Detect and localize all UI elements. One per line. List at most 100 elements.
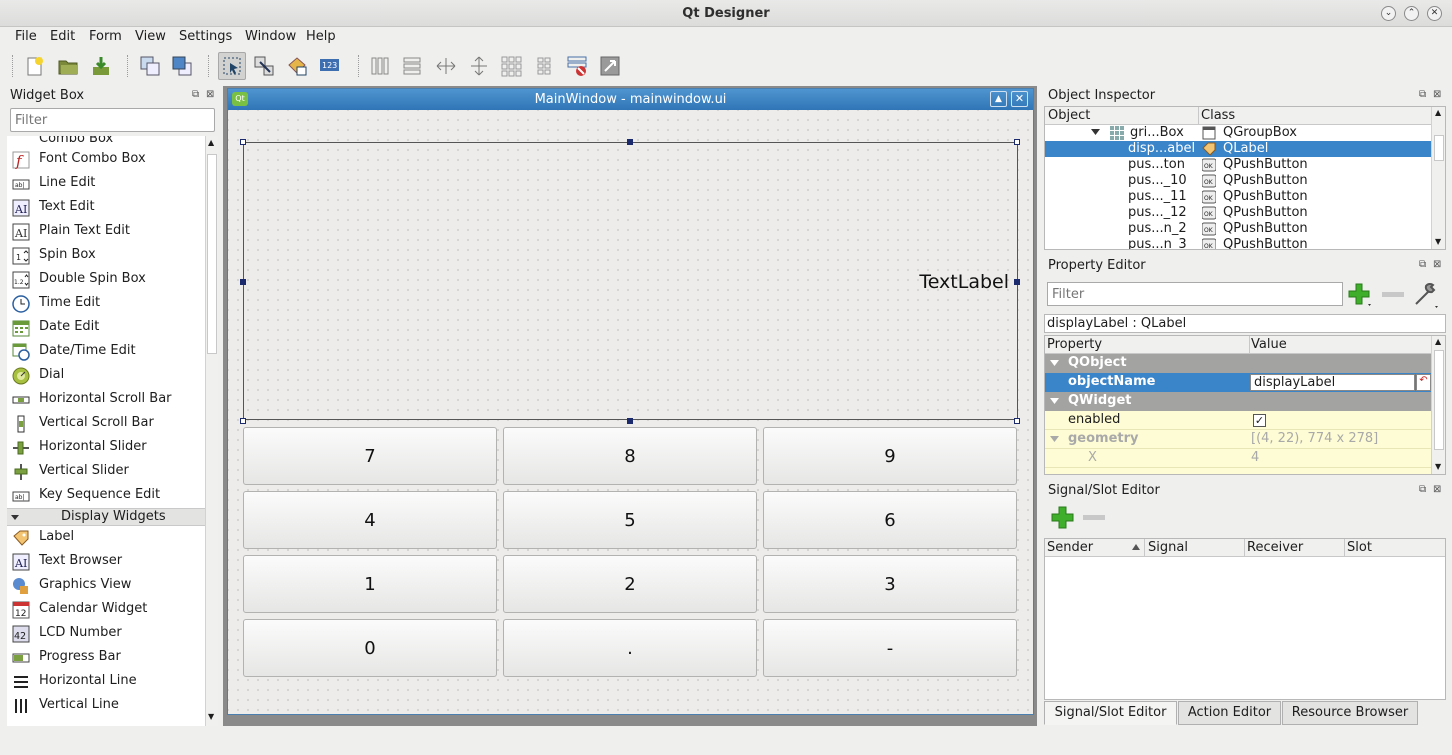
remove-connection-icon[interactable] xyxy=(1082,512,1106,524)
key-4-button[interactable]: 4 xyxy=(243,491,497,549)
layout-horizontal-icon[interactable] xyxy=(366,52,394,80)
add-connection-icon[interactable] xyxy=(1051,506,1075,530)
table-row[interactable]: disp...abel QLabel xyxy=(1045,141,1431,157)
list-item[interactable]: AI Text Edit xyxy=(7,196,205,220)
close-icon[interactable]: ✕ xyxy=(1427,6,1442,21)
list-item[interactable]: Horizontal Line xyxy=(7,670,205,694)
selection-handle[interactable] xyxy=(240,139,246,145)
objectname-value-field[interactable]: displayLabel xyxy=(1250,374,1415,391)
object-inspector-close-icon[interactable]: ⊠ xyxy=(1433,89,1441,100)
break-layout-icon[interactable] xyxy=(563,52,591,80)
selection-handle[interactable] xyxy=(240,418,246,424)
list-item[interactable]: Dial xyxy=(7,364,205,388)
list-item[interactable]: Date Edit xyxy=(7,316,205,340)
adjust-size-icon[interactable] xyxy=(596,52,624,80)
menu-settings[interactable]: Settings xyxy=(179,29,232,44)
send-to-back-icon[interactable] xyxy=(136,52,164,80)
reset-property-icon[interactable]: ↶ xyxy=(1416,374,1431,391)
display-label[interactable]: TextLabel xyxy=(919,271,1009,293)
menu-form[interactable]: Form xyxy=(89,29,122,44)
list-item[interactable]: Time Edit xyxy=(7,292,205,316)
edit-signals-slots-icon[interactable] xyxy=(250,52,278,80)
layout-v-splitter-icon[interactable] xyxy=(465,52,493,80)
layout-grid-icon[interactable] xyxy=(497,52,525,80)
form-window[interactable]: Qt MainWindow - mainwindow.ui ▲ ✕ TextLa… xyxy=(227,88,1034,715)
list-item[interactable]: Progress Bar xyxy=(7,646,205,670)
list-item[interactable]: Vertical Scroll Bar xyxy=(7,412,205,436)
edit-tab-order-icon[interactable]: 123 xyxy=(316,52,344,80)
widget-box-filter-input[interactable] xyxy=(10,108,215,132)
property-filter-input[interactable] xyxy=(1047,282,1343,306)
column-header-slot[interactable]: Slot xyxy=(1347,540,1372,558)
form-canvas[interactable]: TextLabel 7 8 9 4 5 6 1 2 3 0 . - xyxy=(228,110,1033,714)
add-dynamic-property-icon[interactable] xyxy=(1347,282,1373,308)
list-item[interactable]: Horizontal Scroll Bar xyxy=(7,388,205,412)
column-header-value[interactable]: Value xyxy=(1251,337,1287,355)
table-row[interactable]: pus..._11 OK QPushButton xyxy=(1045,189,1431,205)
column-header-class[interactable]: Class xyxy=(1201,108,1235,126)
property-category-qwidget[interactable]: QWidget xyxy=(1045,392,1431,411)
layout-h-splitter-icon[interactable] xyxy=(432,52,460,80)
configure-wrench-icon[interactable] xyxy=(1412,282,1440,310)
list-item[interactable]: 42 LCD Number xyxy=(7,622,205,646)
key-0-button[interactable]: 0 xyxy=(243,619,497,677)
key-6-button[interactable]: 6 xyxy=(763,491,1017,549)
key-9-button[interactable]: 9 xyxy=(763,427,1017,485)
property-editor-float-icon[interactable]: ⧉ xyxy=(1419,259,1426,270)
property-row-x[interactable]: X 4 xyxy=(1045,449,1431,468)
list-item[interactable]: ab| Line Edit xyxy=(7,172,205,196)
column-header-object[interactable]: Object xyxy=(1048,108,1090,126)
form-close-icon[interactable]: ✕ xyxy=(1011,91,1028,107)
tab-action-editor[interactable]: Action Editor xyxy=(1178,701,1281,725)
table-row[interactable]: pus..._10 OK QPushButton xyxy=(1045,173,1431,189)
list-item[interactable]: Graphics View xyxy=(7,574,205,598)
bring-to-front-icon[interactable] xyxy=(168,52,196,80)
key-8-button[interactable]: 8 xyxy=(503,427,757,485)
object-inspector-scrollbar[interactable]: ▲ ▼ xyxy=(1431,107,1445,249)
key-2-button[interactable]: 2 xyxy=(503,555,757,613)
column-header-receiver[interactable]: Receiver xyxy=(1247,540,1303,558)
widget-box-close-icon[interactable]: ⊠ xyxy=(206,89,214,100)
list-item[interactable]: Vertical Line xyxy=(7,694,205,718)
list-item[interactable]: Label xyxy=(7,526,205,550)
enabled-checkbox[interactable]: ✓ xyxy=(1253,414,1266,427)
layout-vertical-icon[interactable] xyxy=(398,52,426,80)
selection-handle[interactable] xyxy=(1014,139,1020,145)
selection-handle[interactable] xyxy=(240,279,246,285)
layout-form-icon[interactable] xyxy=(530,52,558,80)
form-maximize-icon[interactable]: ▲ xyxy=(990,91,1007,107)
group-box[interactable]: TextLabel xyxy=(243,142,1018,420)
key-5-button[interactable]: 5 xyxy=(503,491,757,549)
list-item[interactable]: f Font Combo Box xyxy=(7,148,205,172)
property-row-objectname[interactable]: objectName displayLabel ↶ xyxy=(1045,373,1431,392)
table-row[interactable]: gri...Box QGroupBox xyxy=(1045,125,1431,141)
key-3-button[interactable]: 3 xyxy=(763,555,1017,613)
key-dot-button[interactable]: . xyxy=(503,619,757,677)
widget-category-display[interactable]: Display Widgets xyxy=(7,508,205,526)
property-row-geometry[interactable]: geometry [(4, 22), 774 x 278] xyxy=(1045,430,1431,449)
tab-resource-browser[interactable]: Resource Browser xyxy=(1282,701,1418,725)
key-1-button[interactable]: 1 xyxy=(243,555,497,613)
key-7-button[interactable]: 7 xyxy=(243,427,497,485)
key-minus-button[interactable]: - xyxy=(763,619,1017,677)
column-header-signal[interactable]: Signal xyxy=(1148,540,1188,558)
new-file-icon[interactable] xyxy=(21,52,49,80)
selection-handle[interactable] xyxy=(1014,279,1020,285)
list-item[interactable]: AI Text Browser xyxy=(7,550,205,574)
maximize-icon[interactable]: ⌃ xyxy=(1404,6,1419,21)
form-titlebar[interactable]: Qt MainWindow - mainwindow.ui ▲ ✕ xyxy=(228,89,1033,110)
list-item[interactable]: 1.2 Double Spin Box xyxy=(7,268,205,292)
minimize-icon[interactable]: ⌄ xyxy=(1381,6,1396,21)
menu-window[interactable]: Window xyxy=(245,29,296,44)
signal-slot-float-icon[interactable]: ⧉ xyxy=(1419,484,1426,495)
list-item[interactable]: ab| Key Sequence Edit xyxy=(7,484,205,508)
menu-edit[interactable]: Edit xyxy=(50,29,75,44)
list-item[interactable]: Vertical Slider xyxy=(7,460,205,484)
edit-buddies-icon[interactable] xyxy=(283,52,311,80)
column-header-sender[interactable]: Sender xyxy=(1047,540,1093,558)
list-item[interactable]: AI Plain Text Edit xyxy=(7,220,205,244)
menu-help[interactable]: Help xyxy=(306,29,336,44)
widget-box-scrollbar[interactable]: ▲ ▼ xyxy=(205,136,218,726)
table-row[interactable]: pus..._12 OK QPushButton xyxy=(1045,205,1431,221)
selection-handle[interactable] xyxy=(627,418,633,424)
